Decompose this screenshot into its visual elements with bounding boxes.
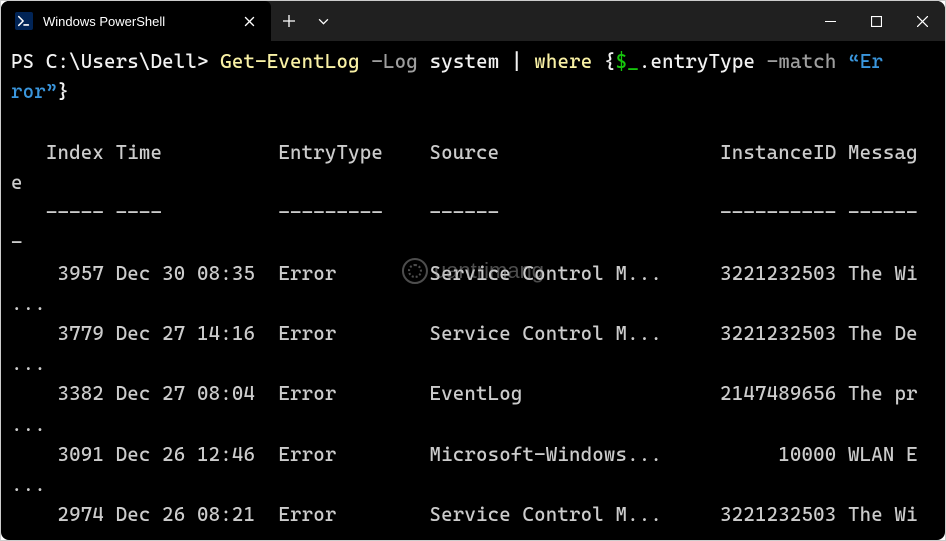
prompt-ps: PS: [11, 50, 46, 73]
new-tab-button[interactable]: [271, 1, 307, 41]
minimize-button[interactable]: [807, 1, 853, 41]
member-entrytype: .entryType: [639, 50, 767, 73]
maximize-button[interactable]: [853, 1, 899, 41]
string-er: Er: [860, 50, 883, 73]
plus-icon: [283, 15, 295, 27]
prompt-path: C:\Users\Dell>: [46, 50, 220, 73]
dollar-underscore: $_: [616, 50, 639, 73]
quote-close: ”: [46, 80, 58, 103]
cmd-where: where: [534, 50, 604, 73]
tab-title: Windows PowerShell: [43, 14, 227, 29]
window-controls: [807, 1, 945, 41]
titlebar-drag-area[interactable]: [339, 1, 807, 41]
close-window-button[interactable]: [899, 1, 945, 41]
op-match: -match: [767, 50, 848, 73]
header-divider-wrap: -: [11, 231, 23, 254]
table-row: 3957 Dec 30 08:35 Error Service Control …: [11, 262, 918, 285]
chevron-down-icon: [318, 16, 329, 27]
tab-close-button[interactable]: [237, 9, 261, 33]
powershell-icon: [15, 12, 33, 30]
flag-log: -Log: [371, 50, 429, 73]
arg-system: system: [430, 50, 511, 73]
string-ror: ror: [11, 80, 46, 103]
row-continuation: ...: [11, 534, 46, 541]
cmd-geteventlog: Get-EventLog: [220, 50, 371, 73]
table-row: 3779 Dec 27 14:16 Error Service Control …: [11, 322, 918, 345]
row-continuation: ...: [11, 352, 46, 375]
header-divider: ----- ---- --------- ------ ---------- -…: [11, 201, 918, 224]
pipe: |: [511, 50, 534, 73]
titlebar: Windows PowerShell: [1, 1, 945, 41]
tab-powershell[interactable]: Windows PowerShell: [1, 1, 271, 41]
brace-open: {: [604, 50, 616, 73]
row-continuation: ...: [11, 292, 46, 315]
tab-dropdown-button[interactable]: [307, 1, 339, 41]
quote-open: “: [848, 50, 860, 73]
maximize-icon: [871, 16, 882, 27]
table-row: 2974 Dec 26 08:21 Error Service Control …: [11, 503, 918, 526]
brace-close: }: [58, 80, 70, 103]
table-row: 3091 Dec 26 12:46 Error Microsoft-Window…: [11, 443, 918, 466]
table-row: 3382 Dec 27 08:04 Error EventLog 2147489…: [11, 382, 918, 405]
close-icon: [917, 16, 928, 27]
header-line-wrap: e: [11, 171, 23, 194]
terminal-window: Windows PowerShell PS C:\Users\Dell> Get…: [1, 1, 945, 540]
header-line: Index Time EntryType Source InstanceID M…: [11, 141, 918, 164]
minimize-icon: [825, 16, 836, 27]
close-icon: [244, 16, 255, 27]
row-continuation: ...: [11, 473, 46, 496]
terminal-body[interactable]: PS C:\Users\Dell> Get-EventLog -Log syst…: [1, 41, 945, 540]
row-continuation: ...: [11, 413, 46, 436]
